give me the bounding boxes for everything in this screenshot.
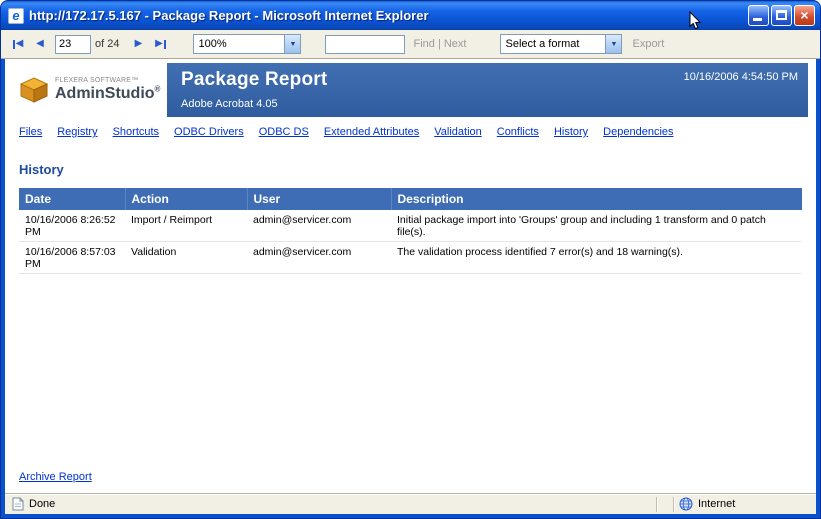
nav-link-registry[interactable]: Registry xyxy=(57,126,97,138)
history-table: Date Action User Description 10/16/2006 … xyxy=(19,188,802,274)
section-nav: Files Registry Shortcuts ODBC Drivers OD… xyxy=(19,126,808,138)
zoom-select[interactable]: 100% ▼ xyxy=(193,34,301,54)
chevron-down-icon: ▼ xyxy=(611,41,618,48)
maximize-icon xyxy=(776,10,787,20)
window-title: http://172.17.5.167 - Package Report - M… xyxy=(29,8,743,23)
brand-small-text: FLEXERA SOFTWARE™ xyxy=(55,77,160,85)
zoom-value: 100% xyxy=(194,38,284,50)
cell-description: The validation process identified 7 erro… xyxy=(391,242,802,274)
adminstudio-cube-icon xyxy=(19,77,49,104)
report-header: FLEXERA SOFTWARE™ AdminStudio® Package R… xyxy=(13,63,808,117)
table-row: 10/16/2006 8:26:52 PM Import / Reimport … xyxy=(19,210,802,242)
next-page-button[interactable]: ▶ xyxy=(127,34,149,54)
page-count-label: of 24 xyxy=(95,38,119,50)
previous-page-icon: ◀ xyxy=(36,39,44,49)
security-zone-panel: Internet xyxy=(674,497,814,511)
find-next-links: Find | Next xyxy=(413,38,466,50)
zoom-dropdown-button[interactable]: ▼ xyxy=(284,35,300,53)
status-text: Done xyxy=(29,498,55,510)
export-link[interactable]: Export xyxy=(632,38,664,50)
status-bar: Done Internet xyxy=(5,493,816,514)
column-header-description: Description xyxy=(391,188,802,210)
page-number-input[interactable] xyxy=(55,35,91,54)
nav-link-shortcuts[interactable]: Shortcuts xyxy=(113,126,159,138)
column-header-action: Action xyxy=(125,188,247,210)
globe-icon xyxy=(679,497,693,511)
ie-icon: e xyxy=(8,8,24,24)
report-header-titles: Package Report Adobe Acrobat 4.05 xyxy=(167,63,327,117)
first-page-icon xyxy=(13,40,15,49)
package-name: Adobe Acrobat 4.05 xyxy=(181,98,327,110)
cell-description: Initial package import into 'Groups' gro… xyxy=(391,210,802,242)
cell-user: admin@servicer.com xyxy=(247,242,391,274)
page-icon xyxy=(12,497,24,511)
report-page: FLEXERA SOFTWARE™ AdminStudio® Package R… xyxy=(5,59,816,493)
cell-action: Validation xyxy=(125,242,247,274)
find-next-separator: | xyxy=(438,38,441,50)
previous-page-button[interactable]: ◀ xyxy=(29,34,51,54)
statusbar-divider xyxy=(656,497,657,512)
adminstudio-logo: FLEXERA SOFTWARE™ AdminStudio® xyxy=(13,63,167,117)
nav-link-odbc-drivers[interactable]: ODBC Drivers xyxy=(174,126,244,138)
close-button[interactable]: × xyxy=(794,5,815,26)
history-heading: History xyxy=(19,162,816,177)
first-page-button[interactable]: ◀ xyxy=(7,34,29,54)
chevron-down-icon: ▼ xyxy=(290,41,297,48)
next-page-icon: ▶ xyxy=(135,39,143,49)
security-zone-label: Internet xyxy=(698,498,735,510)
mouse-cursor xyxy=(689,11,702,30)
nav-link-odbc-ds[interactable]: ODBC DS xyxy=(259,126,309,138)
next-link[interactable]: Next xyxy=(444,38,467,50)
nav-link-dependencies[interactable]: Dependencies xyxy=(603,126,673,138)
registered-mark: ® xyxy=(155,85,161,94)
minimize-button[interactable] xyxy=(748,5,769,26)
nav-link-conflicts[interactable]: Conflicts xyxy=(497,126,539,138)
report-toolbar: ◀ ◀ of 24 ▶ ▶ 100% ▼ Find | Next Select … xyxy=(1,30,820,59)
cell-date: 10/16/2006 8:57:03 PM xyxy=(19,242,125,274)
window-controls: × xyxy=(748,5,815,26)
nav-link-files[interactable]: Files xyxy=(19,126,42,138)
last-page-icon xyxy=(164,40,166,49)
nav-link-history[interactable]: History xyxy=(554,126,588,138)
column-header-date: Date xyxy=(19,188,125,210)
cell-action: Import / Reimport xyxy=(125,210,247,242)
cell-date: 10/16/2006 8:26:52 PM xyxy=(19,210,125,242)
table-row: 10/16/2006 8:57:03 PM Validation admin@s… xyxy=(19,242,802,274)
report-title: Package Report xyxy=(181,69,327,91)
brand-text: FLEXERA SOFTWARE™ AdminStudio® xyxy=(55,77,160,102)
browser-window: e http://172.17.5.167 - Package Report -… xyxy=(0,0,821,519)
nav-link-extended-attributes[interactable]: Extended Attributes xyxy=(324,126,419,138)
archive-report-link[interactable]: Archive Report xyxy=(19,471,92,483)
minimize-icon xyxy=(753,18,762,21)
find-text-input[interactable] xyxy=(325,35,405,54)
column-header-user: User xyxy=(247,188,391,210)
find-link[interactable]: Find xyxy=(413,38,434,50)
close-icon: × xyxy=(795,6,814,25)
export-format-select[interactable]: Select a format ▼ xyxy=(500,34,622,54)
brand-name: AdminStudio® xyxy=(55,85,160,103)
export-format-value: Select a format xyxy=(501,38,605,50)
maximize-button[interactable] xyxy=(771,5,792,26)
format-dropdown-button[interactable]: ▼ xyxy=(605,35,621,53)
last-page-button[interactable]: ▶ xyxy=(149,34,171,54)
status-panel: Done xyxy=(7,497,656,511)
nav-link-validation[interactable]: Validation xyxy=(434,126,482,138)
table-header-row: Date Action User Description xyxy=(19,188,802,210)
report-datetime: 10/16/2006 4:54:50 PM xyxy=(684,71,798,83)
cell-user: admin@servicer.com xyxy=(247,210,391,242)
